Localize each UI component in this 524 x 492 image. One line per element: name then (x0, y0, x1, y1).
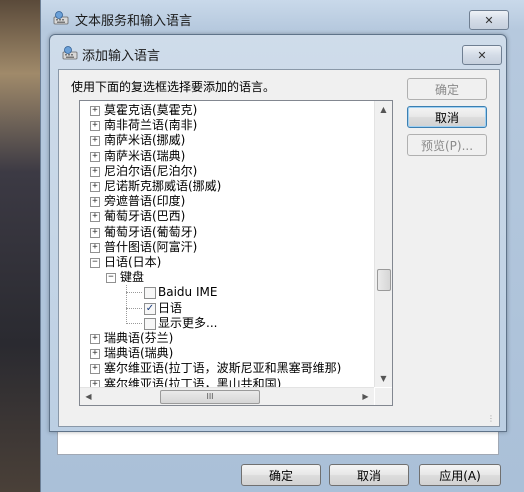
tree-item-label: 旁遮普语(印度) (104, 194, 186, 208)
tree-item-label: 南萨米语(挪威) (104, 133, 186, 147)
outer-window-title: 文本服务和输入语言 (75, 14, 193, 29)
tree-item-label: 塞尔维亚语(拉丁语，波斯尼亚和黑塞哥维那) (104, 361, 342, 375)
tree-item[interactable]: + 莫霍克语(莫霍克) (80, 103, 374, 118)
tree-checkbox-item[interactable]: 显示更多... (80, 316, 374, 331)
tree-item-label: 键盘 (120, 270, 145, 284)
scroll-up-icon[interactable]: ▲ (375, 101, 392, 118)
tree-item-label: 普什图语(阿富汗) (104, 240, 198, 254)
tree-item-label: 葡萄牙语(葡萄牙) (104, 225, 198, 239)
expand-icon[interactable]: + (90, 228, 100, 238)
tree-item[interactable]: + 尼泊尔语(尼泊尔) (80, 164, 374, 179)
tree-item[interactable]: + 塞尔维亚语(拉丁语，黑山共和国) (80, 377, 374, 387)
tree-connector (126, 285, 127, 324)
tree-connector (126, 308, 142, 309)
tree-item[interactable]: + 尼诺斯克挪威语(挪威) (80, 179, 374, 194)
tree-item-label: 塞尔维亚语(拉丁语，黑山共和国) (104, 377, 282, 387)
checkbox[interactable] (144, 287, 156, 299)
tree-item[interactable]: + 瑞典语(瑞典) (80, 346, 374, 361)
tree-item[interactable]: + 塞尔维亚语(拉丁语，波斯尼亚和黑塞哥维那) (80, 361, 374, 376)
tree-checkbox-item[interactable]: Baidu IME (80, 285, 374, 300)
expand-icon[interactable]: + (90, 167, 100, 177)
tree-item[interactable]: + 瑞典语(芬兰) (80, 331, 374, 346)
text-services-window: 文本服务和输入语言 ✕ 确定 取消 应用(A) 添加输入语言 ✕ 使用下面的复选… (40, 0, 524, 492)
add-input-language-dialog: 添加输入语言 ✕ 使用下面的复选框选择要添加的语言。 确定 取消 预览(P)..… (49, 34, 507, 432)
horizontal-scrollbar[interactable]: ◀ III ▶ (80, 387, 374, 405)
instruction-text: 使用下面的复选框选择要添加的语言。 (71, 80, 276, 94)
expand-icon[interactable]: + (90, 349, 100, 359)
expand-icon[interactable]: + (90, 364, 100, 374)
tree-item[interactable]: + 南萨米语(挪威) (80, 133, 374, 148)
desktop-background (0, 0, 40, 492)
language-tree[interactable]: + 莫霍克语(莫霍克) + 南非荷兰语(南非) + 南萨米语(挪威) + 南萨米语(瑞典) + 尼… (79, 100, 393, 406)
tree-connector (126, 323, 142, 324)
tree-item-label: 南非荷兰语(南非) (104, 118, 198, 132)
outer-titlebar[interactable]: 文本服务和输入语言 ✕ (41, 0, 524, 36)
tree-connector (126, 292, 142, 293)
tree-item[interactable]: + 旁遮普语(印度) (80, 194, 374, 209)
keyboard-globe-icon (53, 11, 69, 25)
outer-close-button[interactable]: ✕ (469, 10, 509, 30)
close-icon: ✕ (484, 13, 494, 27)
tree-item[interactable]: + 普什图语(阿富汗) (80, 240, 374, 255)
dialog-close-button[interactable]: ✕ (462, 45, 502, 65)
resize-grip-icon[interactable]: ⋮ (487, 414, 497, 424)
dialog-ok-button[interactable]: 确定 (407, 78, 487, 100)
tree-item[interactable]: + 葡萄牙语(葡萄牙) (80, 225, 374, 240)
dialog-client-area: 使用下面的复选框选择要添加的语言。 确定 取消 预览(P)... + 莫霍克语(莫… (58, 69, 500, 427)
tree-item-label: 葡萄牙语(巴西) (104, 209, 186, 223)
scroll-down-icon[interactable]: ▼ (375, 370, 392, 387)
expand-icon[interactable]: + (90, 334, 100, 344)
tree-item[interactable]: + 南非荷兰语(南非) (80, 118, 374, 133)
tree-item-label: 尼诺斯克挪威语(挪威) (104, 179, 222, 193)
horizontal-scroll-thumb[interactable]: III (160, 390, 260, 404)
tree-item-label: Baidu IME (158, 285, 218, 299)
collapse-icon[interactable]: − (90, 258, 100, 268)
scroll-right-icon[interactable]: ▶ (357, 388, 374, 405)
vertical-scrollbar[interactable]: ▲ ▼ (374, 101, 392, 387)
tree-item-label: 瑞典语(瑞典) (104, 346, 174, 360)
scroll-left-icon[interactable]: ◀ (80, 388, 97, 405)
expand-icon[interactable]: + (90, 121, 100, 131)
expand-icon[interactable]: + (90, 152, 100, 162)
expand-icon[interactable]: + (90, 182, 100, 192)
checkbox[interactable]: ✓ (144, 303, 156, 315)
expand-icon[interactable]: + (90, 197, 100, 207)
outer-ok-button[interactable]: 确定 (241, 464, 321, 486)
dialog-title: 添加输入语言 (82, 49, 161, 64)
tree-item[interactable]: − 日语(日本) (80, 255, 374, 270)
tree-checkbox-item[interactable]: ✓ 日语 (80, 301, 374, 316)
dialog-cancel-button[interactable]: 取消 (407, 106, 487, 128)
tree-item-label: 显示更多... (158, 316, 218, 330)
collapse-icon[interactable]: − (106, 273, 116, 283)
tree-item[interactable]: + 南萨米语(瑞典) (80, 149, 374, 164)
tree-item-label: 日语(日本) (104, 255, 162, 269)
expand-icon[interactable]: + (90, 106, 100, 116)
tree-item-label: 南萨米语(瑞典) (104, 149, 186, 163)
tree-viewport: + 莫霍克语(莫霍克) + 南非荷兰语(南非) + 南萨米语(挪威) + 南萨米语(瑞典) + 尼… (80, 101, 374, 387)
checkbox[interactable] (144, 318, 156, 330)
expand-icon[interactable]: + (90, 380, 100, 387)
scroll-corner (375, 388, 392, 405)
close-icon: ✕ (477, 48, 487, 62)
vertical-scroll-thumb[interactable] (377, 269, 391, 291)
outer-apply-button[interactable]: 应用(A) (419, 464, 501, 486)
dialog-preview-button[interactable]: 预览(P)... (407, 134, 487, 156)
expand-icon[interactable]: + (90, 243, 100, 253)
tree-item[interactable]: − 键盘 (80, 270, 374, 285)
outer-cancel-button[interactable]: 取消 (329, 464, 409, 486)
tree-item[interactable]: + 葡萄牙语(巴西) (80, 209, 374, 224)
tree-item-label: 尼泊尔语(尼泊尔) (104, 164, 198, 178)
keyboard-globe-icon (62, 46, 78, 60)
tree-item-label: 莫霍克语(莫霍克) (104, 103, 198, 117)
outer-content-panel (57, 430, 499, 455)
expand-icon[interactable]: + (90, 212, 100, 222)
tree-item-label: 瑞典语(芬兰) (104, 331, 174, 345)
tree-item-label: 日语 (158, 301, 183, 315)
expand-icon[interactable]: + (90, 136, 100, 146)
